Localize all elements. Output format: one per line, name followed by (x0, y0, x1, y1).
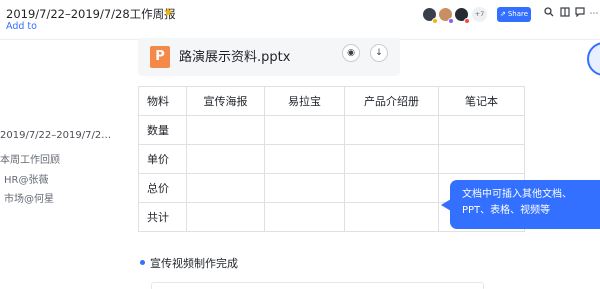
table-cell[interactable] (344, 173, 439, 203)
tip-tooltip: 文档中可插入其他文档、 PPT、表格、视频等 (450, 180, 600, 229)
table-cell[interactable] (186, 173, 265, 203)
table-header-cell[interactable]: 产品介绍册 (344, 86, 439, 116)
table-row: 数量 (138, 115, 525, 145)
table-cell[interactable] (264, 144, 345, 174)
share-icon: ⇗ (499, 10, 506, 18)
search-icon[interactable] (543, 7, 555, 21)
table-cell[interactable] (344, 144, 439, 174)
bullet-dot (140, 260, 145, 265)
status-dot (448, 18, 454, 24)
download-icon[interactable]: ↓ (370, 44, 388, 62)
table-cell[interactable] (344, 115, 439, 145)
table-header-cell[interactable]: 笔记本 (438, 86, 525, 116)
attachment-card[interactable]: P 路演展示资料.pptx ◉ ↓ (138, 38, 400, 76)
bullet-item[interactable]: 宣传视频制作完成 (150, 255, 238, 271)
outline-item[interactable]: 本周工作回顾 (0, 151, 60, 166)
outline-item[interactable]: 市场@何星 (4, 190, 54, 205)
share-label: Share (507, 10, 529, 18)
star-icon[interactable]: ★ (163, 5, 174, 19)
doc-title[interactable]: 2019/7/22–2019/7/28工作周报 (6, 6, 176, 22)
status-dot (432, 18, 438, 24)
attachment-name[interactable]: 路演展示资料.pptx (179, 46, 290, 65)
table-cell[interactable] (438, 144, 525, 174)
table-header-cell[interactable]: 易拉宝 (264, 86, 345, 116)
table-cell[interactable] (264, 173, 345, 203)
table-cell[interactable] (344, 202, 439, 232)
table-cell[interactable] (186, 144, 265, 174)
table-cell[interactable] (264, 202, 345, 232)
add-to-link[interactable]: Add to (6, 21, 37, 32)
table-cell[interactable] (264, 115, 345, 145)
outline-item[interactable]: HR@张薇 (4, 171, 48, 186)
table-cell[interactable]: 共计 (138, 202, 187, 232)
preview-icon[interactable]: ◉ (342, 44, 360, 62)
ppt-file-icon: P (150, 46, 170, 68)
comment-icon[interactable] (574, 7, 586, 21)
table-row: 单价 (138, 144, 525, 174)
table-header-cell[interactable]: 宣传海报 (186, 86, 265, 116)
history-icon[interactable] (559, 7, 571, 21)
more-collaborators-badge[interactable]: +7 (472, 7, 487, 22)
help-bubble-icon[interactable] (587, 42, 600, 76)
table-cell[interactable]: 数量 (138, 115, 187, 145)
more-icon[interactable]: ⋯ (588, 7, 600, 21)
share-button[interactable]: ⇗ Share (497, 7, 531, 22)
tooltip-line: PPT、表格、视频等 (462, 205, 551, 216)
outline-date[interactable]: 2019/7/22–2019/7/2… (0, 130, 111, 141)
status-dot (464, 18, 470, 24)
table-cell[interactable]: 单价 (138, 144, 187, 174)
doc-header: 2019/7/22–2019/7/28工作周报 ★ Add to +7 ⇗ Sha… (0, 0, 600, 40)
tooltip-line: 文档中可插入其他文档、 (462, 189, 572, 200)
embedded-block[interactable] (151, 282, 484, 289)
table-cell[interactable] (438, 115, 525, 145)
table-header-cell[interactable]: 物料 (138, 86, 187, 116)
table-cell[interactable] (186, 202, 265, 232)
table-cell[interactable]: 总价 (138, 173, 187, 203)
table-cell[interactable] (186, 115, 265, 145)
table-header-row: 物料 宣传海报 易拉宝 产品介绍册 笔记本 (138, 86, 525, 116)
